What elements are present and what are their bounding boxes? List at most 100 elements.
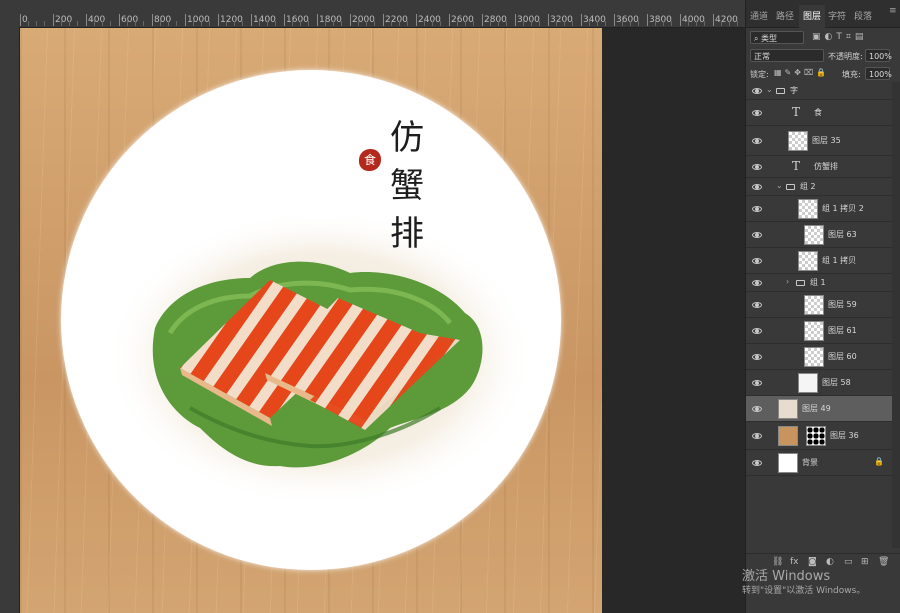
- ruler-minor-tick: [589, 21, 590, 26]
- folder-icon[interactable]: ▭: [844, 557, 853, 567]
- layer-thumbnail: [804, 225, 824, 245]
- artboard[interactable]: 仿 蟹 排 食: [20, 28, 602, 613]
- eye-icon[interactable]: [752, 110, 762, 116]
- layer-name: 图层 58: [822, 378, 851, 387]
- ruler-tick: [680, 14, 681, 26]
- ruler-minor-tick: [457, 21, 458, 26]
- ruler-minor-tick: [440, 21, 441, 26]
- layer-row[interactable]: 图层 36: [746, 422, 892, 450]
- layer-row[interactable]: ⌄ 组 2: [746, 178, 892, 196]
- eye-icon[interactable]: [752, 406, 762, 412]
- layer-name: 食: [814, 108, 822, 117]
- fill-input[interactable]: 100%: [865, 67, 892, 80]
- red-seal-stamp: 食: [359, 149, 381, 171]
- eye-icon[interactable]: [752, 258, 762, 264]
- ruler-minor-tick: [465, 21, 466, 26]
- layer-name: 图层 60: [828, 352, 857, 361]
- layer-row[interactable]: 背景 🔒: [746, 450, 892, 476]
- layers-scrollbar[interactable]: [892, 82, 900, 548]
- eye-icon[interactable]: [752, 138, 762, 144]
- filter-icons[interactable]: ▣◐T⌗▤: [812, 32, 867, 42]
- ruler-tick: [86, 14, 87, 26]
- expand-chevron-icon[interactable]: ⌄: [776, 181, 783, 190]
- ruler-minor-tick: [267, 21, 268, 26]
- expand-chevron-icon[interactable]: ›: [786, 277, 789, 286]
- ruler-minor-tick: [333, 21, 334, 26]
- canvas-area[interactable]: 仿 蟹 排 食: [20, 28, 745, 613]
- ruler-tick: [53, 14, 54, 26]
- eye-icon[interactable]: [752, 380, 762, 386]
- layer-row[interactable]: 图层 35: [746, 126, 892, 156]
- layer-row[interactable]: ↳图层 59: [746, 292, 892, 318]
- eye-icon[interactable]: [752, 206, 762, 212]
- eye-icon[interactable]: [752, 164, 762, 170]
- layer-mask-thumbnail[interactable]: [806, 426, 826, 446]
- eye-icon[interactable]: [752, 460, 762, 466]
- eye-icon[interactable]: [752, 328, 762, 334]
- eye-icon[interactable]: [752, 302, 762, 308]
- horizontal-ruler[interactable]: 0 200 400 600 800 1000 1200 1400 1600 1800 2000 220…: [0, 0, 745, 28]
- layer-name: 背景: [802, 458, 818, 467]
- ruler-minor-tick: [622, 21, 623, 26]
- ruler-minor-tick: [432, 21, 433, 26]
- lock-icons[interactable]: ▦✎✥⌧🔒: [774, 68, 829, 77]
- ruler-minor-tick: [308, 21, 309, 26]
- ruler-minor-tick: [110, 21, 111, 26]
- ruler-minor-tick: [358, 21, 359, 26]
- blend-row: 正常 不透明度: 100%: [746, 48, 900, 66]
- ruler-minor-tick: [176, 21, 177, 26]
- ruler-minor-tick: [135, 21, 136, 26]
- eye-icon[interactable]: [752, 280, 762, 286]
- eye-icon[interactable]: [752, 232, 762, 238]
- ruler-tick: [614, 14, 615, 26]
- eye-icon[interactable]: [752, 184, 762, 190]
- ruler-label: 1600: [286, 15, 309, 25]
- layer-row[interactable]: ⌄ 字: [746, 82, 892, 100]
- filter-kind-select[interactable]: ⌕ 类型: [750, 31, 804, 44]
- tab-layers[interactable]: 图层: [799, 5, 826, 29]
- panel-menu-icon[interactable]: ≡: [889, 6, 897, 16]
- ruler-minor-tick: [300, 21, 301, 26]
- tab-character[interactable]: 字符: [828, 9, 846, 22]
- layer-row[interactable]: ↳图层 63: [746, 222, 892, 248]
- opacity-input[interactable]: 100%: [865, 49, 892, 62]
- ruler-minor-tick: [168, 21, 169, 26]
- blend-mode-select[interactable]: 正常: [750, 49, 824, 62]
- layer-row[interactable]: 组 1 拷贝: [746, 248, 892, 274]
- ruler-minor-tick: [523, 21, 524, 26]
- tab-paragraph[interactable]: 段落: [854, 9, 872, 22]
- ruler-minor-tick: [506, 21, 507, 26]
- tab-channels[interactable]: 通道: [750, 9, 768, 22]
- lock-icon[interactable]: 🔒: [874, 457, 884, 466]
- layer-name: 图层 35: [812, 136, 841, 145]
- expand-chevron-icon[interactable]: ⌄: [766, 85, 773, 94]
- title-char-1: 仿: [390, 118, 424, 158]
- layer-name: 字: [790, 86, 798, 95]
- layer-row[interactable]: ↳图层 60: [746, 344, 892, 370]
- ruler-minor-tick: [102, 21, 103, 26]
- ruler-tick: [218, 14, 219, 26]
- layer-row[interactable]: › 组 1: [746, 274, 892, 292]
- title-char-2: 蟹: [390, 166, 424, 206]
- layer-thumbnail: [804, 295, 824, 315]
- layer-row[interactable]: ↳图层 61: [746, 318, 892, 344]
- ruler-minor-tick: [490, 21, 491, 26]
- ruler-tick: [416, 14, 417, 26]
- ruler-label: 2600: [451, 15, 474, 25]
- vertical-ruler[interactable]: [0, 27, 20, 613]
- layer-row[interactable]: 图层 58: [746, 370, 892, 396]
- layer-row[interactable]: 组 1 拷贝 2: [746, 196, 892, 222]
- layer-row[interactable]: T 仿蟹排: [746, 156, 892, 178]
- eye-icon[interactable]: [752, 88, 762, 94]
- trash-icon[interactable]: 🗑: [878, 557, 889, 567]
- text-layer-icon: T: [792, 105, 801, 119]
- layer-row[interactable]: 图层 49: [746, 396, 892, 422]
- eye-icon[interactable]: [752, 433, 762, 439]
- tab-paths[interactable]: 路径: [776, 9, 794, 22]
- ruler-minor-tick: [193, 21, 194, 26]
- new-layer-icon[interactable]: ⊞: [861, 557, 869, 567]
- ruler-minor-tick: [721, 21, 722, 26]
- ruler-label: 3000: [517, 15, 540, 25]
- layer-row[interactable]: T食: [746, 100, 892, 126]
- eye-icon[interactable]: [752, 354, 762, 360]
